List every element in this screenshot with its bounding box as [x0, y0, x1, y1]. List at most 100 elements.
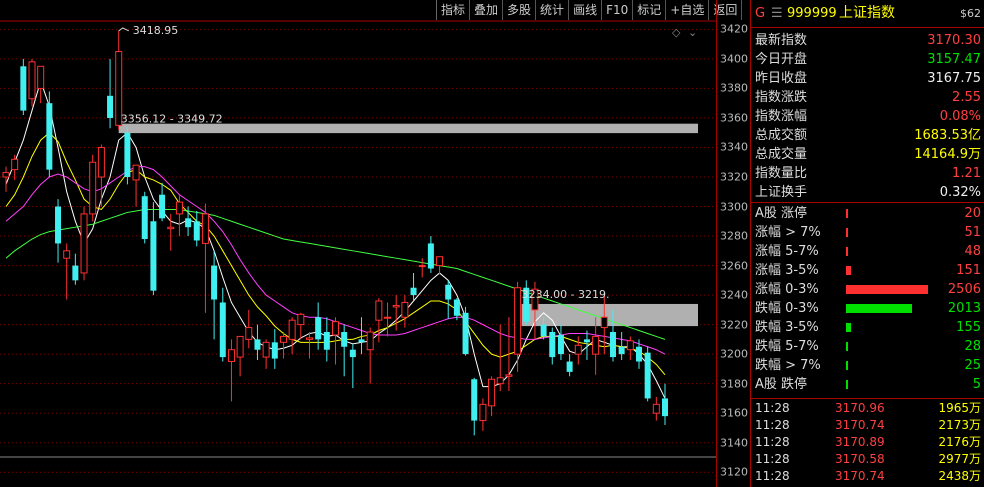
tick-price: 3170.89	[835, 435, 885, 449]
divider	[751, 27, 984, 28]
candle-body	[46, 103, 53, 170]
quote-label: 总成交额	[755, 128, 808, 143]
tick-volume: 1965万	[938, 401, 981, 415]
candle-body	[80, 213, 88, 274]
candle-body	[20, 66, 27, 111]
menu-lines-icon[interactable]: ☰	[771, 4, 783, 23]
y-tick-label: 3340	[720, 140, 748, 154]
candle-body	[262, 341, 270, 358]
high-label: 3418.95	[133, 24, 179, 37]
divider	[751, 398, 984, 399]
tick-time: 11:28	[755, 418, 790, 432]
tick-price: 3170.96	[835, 401, 885, 415]
candle-body	[401, 301, 409, 318]
quote-panel: G ☰ 999999 上证指数 $62 最新指数 3170.30 今日开盘 3157.…	[750, 0, 984, 487]
candle-body	[445, 284, 452, 300]
candle-body	[479, 403, 487, 422]
gap2-label: 3234.00 - 3219.	[522, 288, 610, 301]
chart-area[interactable]: 3418.95 3356.12 - 3349.72 3234.00 - 3219. ◇…	[0, 0, 743, 487]
breadth-row: 涨幅 3-5% 151	[751, 261, 984, 280]
candle-body	[549, 332, 556, 358]
quote-row: 指数涨跌 2.55	[751, 88, 984, 107]
gap-box	[521, 303, 698, 327]
quote-value: 3167.75	[927, 71, 981, 86]
gap1-label: 3356.12 - 3349.72	[121, 112, 223, 125]
breadth-row: 跌幅 5-7% 28	[751, 337, 984, 356]
candle-body	[254, 339, 261, 350]
candle-body	[132, 164, 140, 181]
candle-body	[167, 226, 175, 230]
candle-body	[557, 334, 564, 355]
breadth-label: 跌幅 > 7%	[755, 358, 821, 373]
breadth-label: 跌幅 3-5%	[755, 320, 819, 335]
candle-body	[72, 265, 79, 281]
toolbar-button-7[interactable]: +自选	[666, 0, 710, 20]
breadth-label: A股 跌停	[755, 377, 808, 392]
toolbar-button-4[interactable]: 画线	[569, 0, 603, 20]
toolbar-button-2[interactable]: 多股	[503, 0, 537, 20]
breadth-row: A股 涨停 20	[751, 204, 984, 223]
candle-body	[332, 321, 339, 336]
toolbar-button-5[interactable]: F10	[602, 0, 634, 20]
candle-body	[124, 132, 131, 177]
quote-label: 指数涨幅	[755, 109, 808, 124]
candle-body	[635, 346, 642, 362]
candle-body	[496, 377, 504, 385]
quote-label: 今日开盘	[755, 52, 808, 67]
candle-body	[626, 340, 634, 351]
y-tick-label: 3180	[720, 377, 748, 391]
candle-body	[392, 304, 400, 308]
candle-body	[279, 335, 287, 343]
divider	[751, 202, 984, 203]
y-tick-label: 3280	[720, 229, 748, 243]
quote-label: 指数涨跌	[755, 90, 808, 105]
candle-body	[185, 218, 192, 228]
breadth-bar	[846, 266, 851, 275]
quote-row: 总成交量 14164.9万	[751, 145, 984, 164]
tick-row: 11:28 3170.74 2438万	[751, 468, 984, 485]
breadth-value: 25	[964, 358, 981, 373]
candle-body	[471, 379, 478, 421]
quote-label: 上证换手	[755, 185, 808, 200]
candle-body	[488, 378, 496, 407]
toolbar-button-1[interactable]: 叠加	[470, 0, 504, 20]
breadth-value: 28	[964, 339, 981, 354]
candle-body	[201, 213, 209, 244]
breadth-row: 跌幅 > 7% 25	[751, 356, 984, 375]
stock-name: 上证指数	[839, 5, 895, 21]
candle-body	[453, 299, 460, 316]
quote-header: G ☰ 999999 上证指数 $62	[751, 4, 984, 24]
candlestick-chart[interactable]: 3418.95 3356.12 - 3349.72 3234.00 - 3219. ◇…	[0, 0, 716, 487]
tick-price: 3170.74	[835, 469, 885, 483]
candle-body	[418, 265, 426, 268]
tick-volume: 2176万	[938, 435, 981, 449]
quote-value: 3157.47	[927, 52, 981, 67]
candle-body	[63, 250, 71, 259]
tick-time: 11:28	[755, 469, 790, 483]
high-marker	[118, 27, 129, 32]
candle-body	[574, 344, 582, 355]
toolbar-button-3[interactable]: 统计	[536, 0, 570, 20]
candle-body	[150, 221, 157, 291]
candle-body	[349, 349, 356, 358]
candle-body	[211, 265, 218, 300]
tick-time: 11:28	[755, 401, 790, 415]
breadth-bar	[846, 247, 848, 256]
breadth-bar	[846, 228, 848, 237]
toolbar-button-0[interactable]: 指标	[437, 0, 471, 20]
breadth-row: 涨幅 5-7% 48	[751, 242, 984, 261]
breadth-label: 跌幅 0-3%	[755, 301, 819, 316]
tick-volume: 2173万	[938, 418, 981, 432]
candle-body	[600, 316, 608, 329]
breadth-row: 跌幅 3-5% 155	[751, 318, 984, 337]
quote-row: 上证换手 0.32%	[751, 183, 984, 202]
quote-value: 14164.9万	[914, 147, 981, 162]
y-tick-label: 3200	[720, 347, 748, 361]
quote-row: 昨日收盘 3167.75	[751, 69, 984, 88]
y-tick-label: 3240	[720, 288, 748, 302]
candle-body	[2, 172, 10, 178]
quote-row: 今日开盘 3157.47	[751, 50, 984, 69]
toolbar-button-6[interactable]: 标记	[633, 0, 667, 20]
stock-code: 999999	[787, 6, 837, 21]
breadth-bar	[846, 342, 848, 351]
